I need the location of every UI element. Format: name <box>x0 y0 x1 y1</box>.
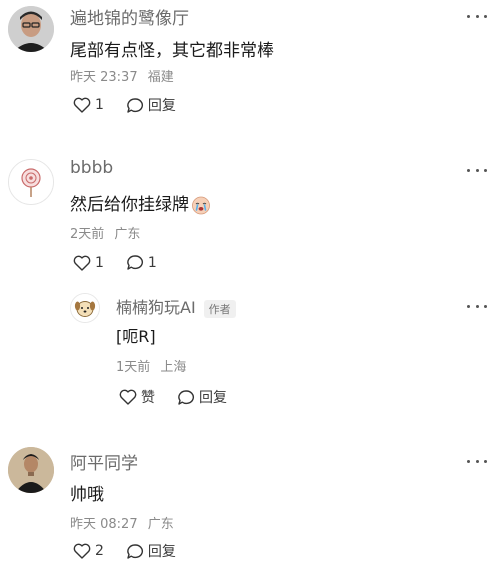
comment-location: 广东 <box>114 227 141 242</box>
comment-location: 福建 <box>147 70 174 85</box>
commenter-name[interactable]: 阿平同学 <box>70 449 138 474</box>
comment-text-content: 然后给你挂绿牌 <box>70 195 189 215</box>
reply-button[interactable]: 回复 <box>126 95 176 115</box>
reply-button[interactable]: 1 <box>126 254 157 271</box>
comment-bubble-icon <box>127 97 143 113</box>
more-options-icon[interactable] <box>467 164 487 176</box>
avatar[interactable] <box>8 159 54 205</box>
comment-actions: 1 回复 <box>73 95 198 115</box>
comment-actions: 2 回复 <box>73 541 198 561</box>
comment-time: 昨天 08:27 <box>70 517 138 532</box>
comment-bubble-icon <box>127 255 143 270</box>
commenter-name[interactable]: 遍地锦的鹭像厅 <box>70 4 189 29</box>
reply-actions: 赞 回复 <box>119 387 249 407</box>
comment-text: 然后给你挂绿牌 <box>70 190 211 215</box>
reply-button[interactable]: 回复 <box>177 387 227 407</box>
reply-label: 回复 <box>199 390 227 406</box>
comment-bubble-icon <box>178 389 194 405</box>
more-options-icon[interactable] <box>467 455 487 467</box>
comment-actions: 1 1 <box>73 254 179 271</box>
heart-icon <box>73 543 91 559</box>
comment-text: 帅哦 <box>70 485 104 505</box>
comment-time: 昨天 23:37 <box>70 70 138 85</box>
comment-item: 阿平同学 帅哦 昨天 08:27 广东 2 回复 <box>0 440 495 563</box>
comment-item: bbbb 然后给你挂绿牌 2天前 广东 1 1 <box>0 150 495 280</box>
heart-icon <box>73 255 91 271</box>
like-count: 2 <box>95 543 104 559</box>
reply-button[interactable]: 回复 <box>126 541 176 561</box>
man-dark-portrait-avatar-icon <box>8 447 54 493</box>
reply-text: [呃R] <box>116 327 156 346</box>
lollipop-avatar-icon <box>9 160 53 204</box>
reply-label: 回复 <box>147 544 176 560</box>
like-button[interactable]: 2 <box>73 543 104 559</box>
man-portrait-avatar-icon <box>8 6 54 52</box>
like-button[interactable]: 1 <box>73 97 104 113</box>
like-button[interactable]: 赞 <box>119 387 155 407</box>
reply-location: 上海 <box>160 360 187 375</box>
reply-time: 1天前 <box>116 360 151 375</box>
reply-item: 楠楠狗玩AI 作者 [呃R] 1天前 上海 赞 回复 <box>0 285 495 420</box>
like-label: 赞 <box>141 390 155 406</box>
replier-name-text: 楠楠狗玩AI <box>116 298 196 317</box>
author-badge: 作者 <box>203 299 236 318</box>
comment-bubble-icon <box>127 543 143 559</box>
crying-face-emoji-icon <box>191 195 211 215</box>
replier-name[interactable]: 楠楠狗玩AI 作者 <box>116 294 236 318</box>
avatar[interactable] <box>70 293 100 323</box>
dog-avatar-icon <box>71 294 99 322</box>
more-options-icon[interactable] <box>467 10 487 22</box>
like-count: 1 <box>95 254 104 271</box>
comment-meta: 2天前 广东 <box>70 223 140 242</box>
avatar[interactable] <box>8 6 54 52</box>
reply-label: 回复 <box>147 98 176 114</box>
heart-icon <box>119 389 137 405</box>
comment-item: 遍地锦的鹭像厅 尾部有点怪，其它都非常棒 昨天 23:37 福建 1 回复 <box>0 0 495 140</box>
like-count: 1 <box>95 97 104 113</box>
commenter-name[interactable]: bbbb <box>70 158 113 178</box>
comment-time: 2天前 <box>70 227 105 242</box>
like-button[interactable]: 1 <box>73 255 104 271</box>
comment-meta: 昨天 23:37 福建 <box>70 66 174 85</box>
comment-meta: 昨天 08:27 广东 <box>70 513 174 532</box>
comment-location: 广东 <box>147 517 174 532</box>
comment-text: 尾部有点怪，其它都非常棒 <box>70 41 274 61</box>
reply-meta: 1天前 上海 <box>116 356 186 375</box>
avatar[interactable] <box>8 447 54 493</box>
heart-icon <box>73 97 91 113</box>
reply-count: 1 <box>147 254 157 271</box>
more-options-icon[interactable] <box>467 300 487 312</box>
